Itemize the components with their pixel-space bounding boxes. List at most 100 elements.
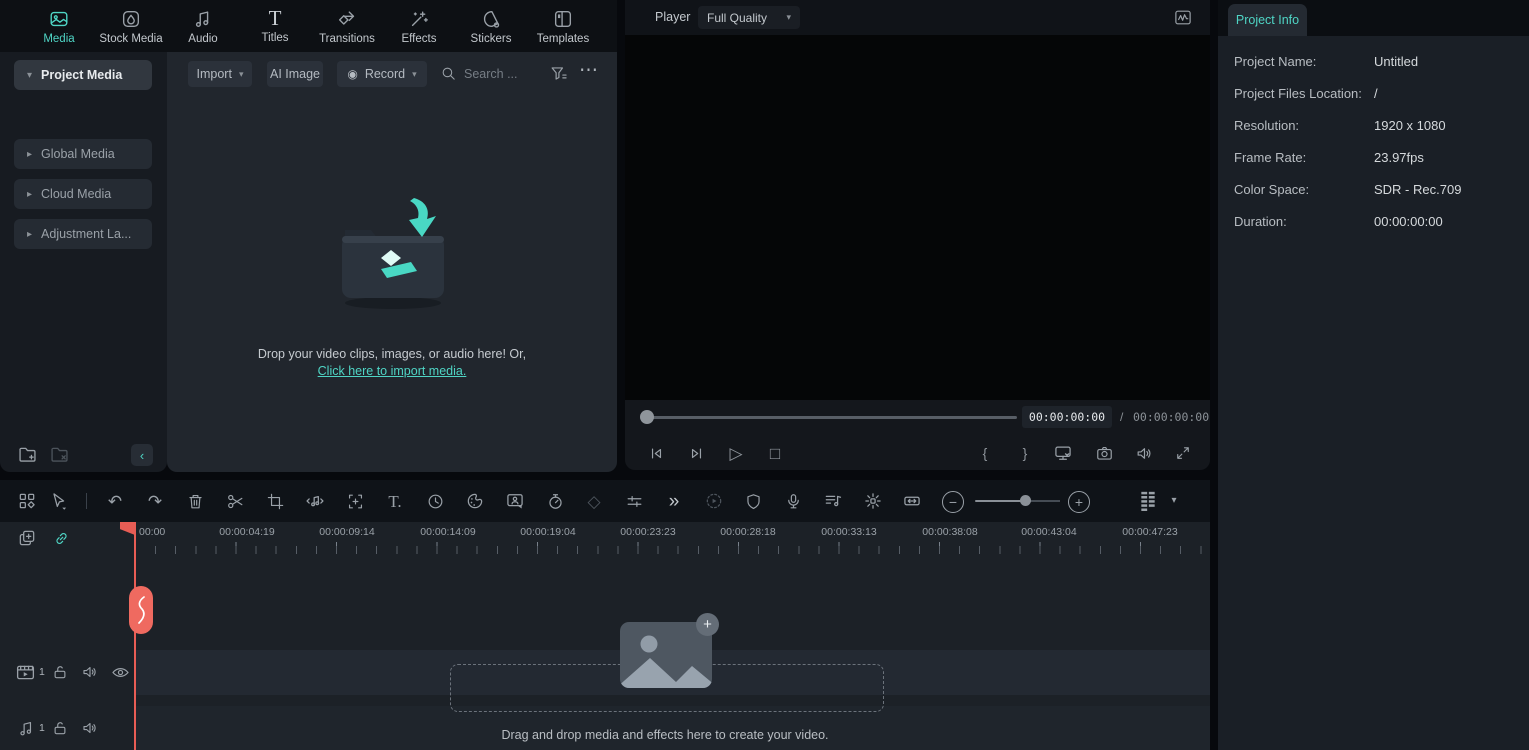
mark-out-button[interactable]: } [1014, 442, 1036, 464]
chevron-right-icon: ▸ [27, 189, 32, 200]
render-preview-icon[interactable] [703, 490, 725, 512]
search-input[interactable]: Search ... [464, 67, 518, 81]
voiceover-icon[interactable] [782, 490, 804, 512]
redo-button[interactable]: ↷ [144, 490, 166, 512]
display-device-button[interactable] [1052, 442, 1074, 464]
playhead-marker[interactable] [129, 586, 153, 634]
adjust-icon[interactable] [623, 490, 645, 512]
auto-split-icon[interactable] [862, 490, 884, 512]
quality-select[interactable]: Full Quality ▾ [698, 6, 800, 29]
video-track-lock-icon[interactable] [49, 661, 71, 683]
info-row-resolution: Resolution: 1920 x 1080 [1218, 118, 1529, 136]
delete-button[interactable] [184, 490, 206, 512]
add-clip-icon[interactable] [16, 527, 38, 549]
zoom-slider-thumb[interactable] [1020, 495, 1031, 506]
nav-tab-effects[interactable]: Effects [383, 0, 455, 52]
fullscreen-button[interactable] [1172, 442, 1194, 464]
track-manager-icon[interactable] [1137, 490, 1159, 512]
ruler-timecode-label: 00:00:43:04 [1021, 526, 1076, 538]
previous-frame-button[interactable] [645, 442, 667, 464]
more-tools-icon[interactable]: » [663, 490, 685, 512]
seek-thumb[interactable] [640, 410, 654, 424]
nav-tab-audio[interactable]: Audio [167, 0, 239, 52]
chevron-down-icon: ▾ [27, 70, 32, 81]
scopes-icon[interactable] [1173, 8, 1193, 27]
track-manager-caret[interactable]: ▾ [1163, 490, 1185, 512]
audio-track-lock-icon[interactable] [49, 717, 71, 739]
ai-image-label: AI Image [270, 67, 320, 81]
filter-icon[interactable] [549, 64, 568, 83]
timer-icon[interactable] [544, 490, 566, 512]
undo-button[interactable]: ↶ [104, 490, 126, 512]
video-track-mute-icon[interactable] [79, 661, 101, 683]
text-tool-glyph: T. [388, 493, 401, 510]
sidebar-item-adjustment-layer[interactable]: ▸ Adjustment La... [14, 219, 152, 249]
sidebar-item-global-media[interactable]: ▸ Global Media [14, 139, 152, 169]
record-button[interactable]: ◉ Record ▾ [337, 61, 427, 87]
nav-tab-media[interactable]: Media [23, 0, 95, 52]
audio-stretch-icon[interactable] [304, 490, 326, 512]
select-tool-icon[interactable] [48, 490, 70, 512]
new-folder-button[interactable] [17, 444, 38, 465]
crop-icon[interactable] [264, 490, 286, 512]
stop-button[interactable]: □ [764, 442, 786, 464]
project-info-panel: Project Info Project Name: Untitled Proj… [1218, 0, 1529, 750]
sidebar-item-label: Adjustment La... [41, 227, 131, 241]
snapshot-button[interactable] [1093, 442, 1115, 464]
color-palette-icon[interactable] [464, 490, 486, 512]
ai-image-button[interactable]: AI Image [267, 61, 323, 87]
total-duration-value: 00:00:00:00 [1133, 410, 1209, 424]
media-browser-toggle-icon[interactable] [16, 490, 38, 512]
tab-project-info[interactable]: Project Info [1228, 4, 1307, 36]
chroma-key-icon[interactable] [504, 490, 526, 512]
playhead[interactable] [134, 522, 136, 750]
nav-label: Media [43, 33, 74, 45]
current-timecode[interactable]: 00:00:00:00 [1022, 406, 1112, 428]
volume-button[interactable] [1133, 442, 1155, 464]
ruler-timecode-label: 00:00:33:13 [821, 526, 876, 538]
magic-wand-icon [408, 8, 430, 30]
motion-track-icon[interactable] [344, 490, 366, 512]
nav-tab-stock-media[interactable]: Stock Media [95, 0, 167, 52]
split-scissors-icon[interactable] [224, 490, 246, 512]
next-frame-button[interactable] [685, 442, 707, 464]
import-media-link[interactable]: Click here to import media. [167, 364, 617, 378]
sidebar-item-cloud-media[interactable]: ▸ Cloud Media [14, 179, 152, 209]
nav-tab-titles[interactable]: T Titles [239, 0, 311, 52]
info-label: Color Space: [1234, 182, 1309, 197]
link-clips-icon[interactable] [50, 527, 72, 549]
mask-icon[interactable] [742, 490, 764, 512]
video-track-visibility-icon[interactable] [109, 661, 131, 683]
audio-track-mute-icon[interactable] [79, 717, 101, 739]
auto-ripple-icon[interactable] [901, 490, 923, 512]
more-options-icon[interactable]: ⋯ [579, 61, 599, 80]
seek-bar[interactable] [647, 416, 1017, 419]
current-timecode-value: 00:00:00:00 [1029, 410, 1105, 424]
plus-icon: + [703, 616, 712, 633]
nav-tab-transitions[interactable]: Transitions [311, 0, 383, 52]
zoom-out-button[interactable]: − [942, 491, 964, 513]
speed-icon[interactable] [424, 490, 446, 512]
mark-in-button[interactable]: { [974, 442, 996, 464]
timeline-ruler[interactable]: 00:0000:00:04:1900:00:09:1400:00:14:0900… [135, 526, 1210, 540]
collapse-sidebar-button[interactable]: ‹ [131, 444, 153, 466]
ruler-timecode-label: 00:00:14:09 [420, 526, 475, 538]
video-preview[interactable] [625, 35, 1210, 400]
media-library-panel: Import ▾ AI Image ◉ Record ▾ Search ... … [167, 52, 617, 472]
playhead-flag[interactable] [120, 522, 135, 535]
timeline-toolbar: ↶ ↷ T. ◇ » − + ▾ [0, 480, 1210, 522]
zoom-in-button[interactable]: + [1068, 491, 1090, 513]
audio-sync-icon[interactable] [822, 490, 844, 512]
add-media-badge[interactable]: + [696, 613, 719, 636]
nav-tab-stickers[interactable]: Stickers [455, 0, 527, 52]
sidebar-item-project-media[interactable]: ▾ Project Media [14, 60, 152, 90]
nav-tab-templates[interactable]: Templates [527, 0, 599, 52]
import-button[interactable]: Import ▾ [188, 61, 252, 87]
play-button[interactable]: ▷ [725, 442, 747, 464]
text-tool-icon[interactable]: T. [384, 490, 406, 512]
nav-label: Effects [402, 33, 437, 45]
delete-folder-button[interactable] [49, 444, 70, 465]
sidebar-item-label: Global Media [41, 147, 115, 161]
keyframe-icon[interactable]: ◇ [583, 490, 605, 512]
import-folder-icon[interactable] [315, 190, 470, 315]
